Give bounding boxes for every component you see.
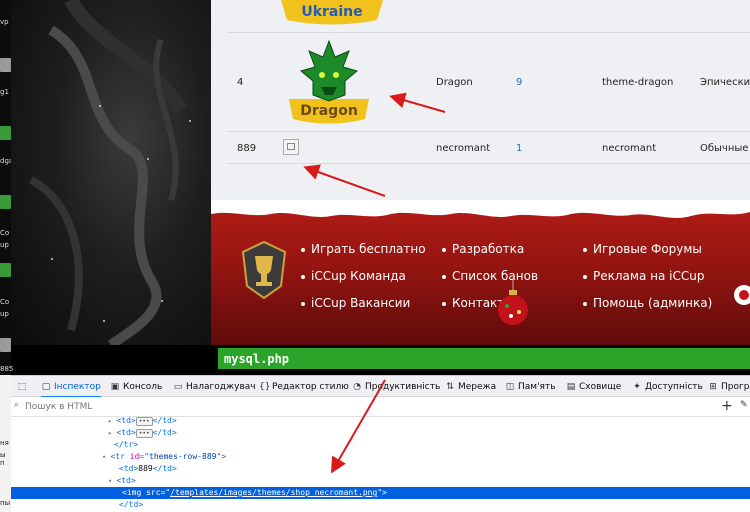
ukraine-label: Ukraine xyxy=(301,4,362,20)
dragon-art-decor xyxy=(29,0,187,345)
html-search-row: ⌕ + ✎ xyxy=(11,397,750,417)
gauge-icon: ◔ xyxy=(353,382,361,392)
dom-node[interactable]: ▾ <td> xyxy=(11,475,750,487)
tab-network[interactable]: ⇅ Мережа xyxy=(445,379,496,395)
desktop-label: 885 xyxy=(0,365,14,373)
desktop-file-icon[interactable] xyxy=(0,338,11,352)
footer-link-team[interactable]: iCCup Команда xyxy=(301,269,406,283)
footer-link-vacancies[interactable]: iCCup Вакансии xyxy=(301,296,410,310)
desktop-label: up xyxy=(0,310,9,318)
broken-image-icon[interactable] xyxy=(283,139,299,155)
desktop-file-icon[interactable] xyxy=(0,58,11,72)
footer-link-forums[interactable]: Игровые Форумы xyxy=(583,242,702,256)
accessibility-icon: ✦ xyxy=(633,382,641,392)
search-icon: ⌕ xyxy=(14,400,20,410)
desktop-label: Co xyxy=(0,229,10,237)
row-id: 4 xyxy=(237,77,244,88)
devtools-toolbar: ⬚ ▢ Інспектор ▣ Консоль ▭ Налагоджувач {} Ре… xyxy=(11,376,750,398)
tab-inspector[interactable]: ▢ Інспектор xyxy=(41,379,101,398)
table-row: Ukraine xyxy=(227,0,750,33)
tab-storage[interactable]: ▤ Сховище xyxy=(566,379,622,395)
dom-node[interactable]: ▸ <td> ••• </td> xyxy=(11,427,750,439)
storage-icon: ▤ xyxy=(566,382,576,392)
network-icon: ⇅ xyxy=(446,382,454,392)
row-count-link[interactable]: 1 xyxy=(516,143,522,154)
desktop-file-icon[interactable] xyxy=(0,126,11,140)
background-artwork xyxy=(11,0,211,345)
flower-ornament-icon xyxy=(734,285,750,305)
site-footer: Играть бесплатно iCCup Команда iCCup Вак… xyxy=(211,200,750,345)
christmas-ornament-icon xyxy=(498,280,528,325)
row-type: Обычные xyxy=(700,143,749,154)
trophy-shield-icon xyxy=(241,240,287,300)
devtools-panel: ⬚ ▢ Інспектор ▣ Консоль ▭ Налагоджувач {} Ре… xyxy=(11,375,750,512)
grid-icon: ⊞ xyxy=(709,382,717,392)
dom-node[interactable]: ▸ <td> ••• </td> xyxy=(11,415,750,427)
desktop-label: vp xyxy=(0,18,9,26)
inspector-icon: ▢ xyxy=(41,382,51,392)
desktop-label: up xyxy=(0,241,9,249)
row-name: Dragon xyxy=(436,77,473,88)
dom-tree: ▸ <td> ••• </td> ▸ <td> ••• </td> </tr> ▾ <t… xyxy=(11,415,750,512)
desktop-label: g1 xyxy=(0,88,9,96)
desktop-file-icon[interactable] xyxy=(0,263,11,277)
desktop-label: ы п xyxy=(0,451,6,467)
footer-link-play-free[interactable]: Играть бесплатно xyxy=(301,242,426,256)
dom-node[interactable]: <td>889</td> xyxy=(11,463,750,475)
dom-node[interactable]: </tr> xyxy=(11,439,750,451)
row-name: necromant xyxy=(436,143,491,154)
row-id: 889 xyxy=(237,143,257,154)
themes-table: Ukraine 4 Dragon Dragon 9 theme-dragon Э… xyxy=(211,0,750,200)
tab-accessibility[interactable]: ✦ Доступність xyxy=(632,379,703,395)
dragon-theme-image[interactable]: Dragon xyxy=(283,37,375,125)
eyedropper-icon[interactable]: ✎ xyxy=(740,400,748,410)
footer-link-help-admin[interactable]: Помощь (админка) xyxy=(583,296,712,310)
element-picker-icon[interactable]: ⬚ xyxy=(17,379,30,395)
desktop-strip-lower: ня ы п пы xyxy=(0,375,11,512)
debugger-icon: ▭ xyxy=(173,382,183,392)
memory-icon: ◫ xyxy=(505,382,515,392)
table-row: 889 necromant 1 necromant Обычные xyxy=(227,132,750,164)
tab-console[interactable]: ▣ Консоль xyxy=(110,379,163,395)
dom-node[interactable]: </td> xyxy=(11,499,750,511)
table-row: 4 Dragon Dragon 9 theme-dragon Эпические xyxy=(227,33,750,132)
braces-icon: {} xyxy=(259,382,271,392)
tab-debugger[interactable]: ▭ Налагоджувач xyxy=(173,379,256,395)
desktop-strip: vp g1 dga Co up Co up 885 xyxy=(0,0,14,375)
dom-node-tr-889[interactable]: ▾ <tr id="themes-row-889"> xyxy=(11,451,750,463)
screen: vp g1 dga Co up Co up 885 Ukraine 4 Drag… xyxy=(0,0,750,512)
desktop-label: пы xyxy=(0,499,11,507)
desktop-label: Co xyxy=(0,298,10,306)
dragon-label: Dragon xyxy=(300,103,358,119)
html-search-input[interactable] xyxy=(25,400,625,414)
dom-node-img-selected[interactable]: <img src="/templates/images/themes/shop_… xyxy=(11,487,750,499)
tab-performance[interactable]: ◔ Продуктивність xyxy=(352,379,440,395)
tab-applications[interactable]: ⊞Програ xyxy=(708,379,750,395)
console-icon: ▣ xyxy=(110,382,120,392)
row-theme: necromant xyxy=(602,143,657,154)
snow-decoration xyxy=(211,200,750,218)
mysql-label-bar: mysql.php xyxy=(218,345,750,369)
row-type: Эпические xyxy=(700,77,750,88)
add-node-button[interactable]: + xyxy=(721,398,733,414)
footer-link-development[interactable]: Разработка xyxy=(442,242,524,256)
desktop-label: ня xyxy=(0,439,9,447)
row-theme: theme-dragon xyxy=(602,77,674,88)
row-count-link[interactable]: 9 xyxy=(516,77,522,88)
ukraine-theme-image[interactable]: Ukraine xyxy=(277,0,387,28)
tab-memory[interactable]: ◫ Пам'ять xyxy=(505,379,556,395)
desktop-file-icon[interactable] xyxy=(0,195,11,209)
footer-link-advertising[interactable]: Реклама на iCCup xyxy=(583,269,704,283)
tab-style-editor[interactable]: {} Редактор стилю xyxy=(259,379,349,395)
